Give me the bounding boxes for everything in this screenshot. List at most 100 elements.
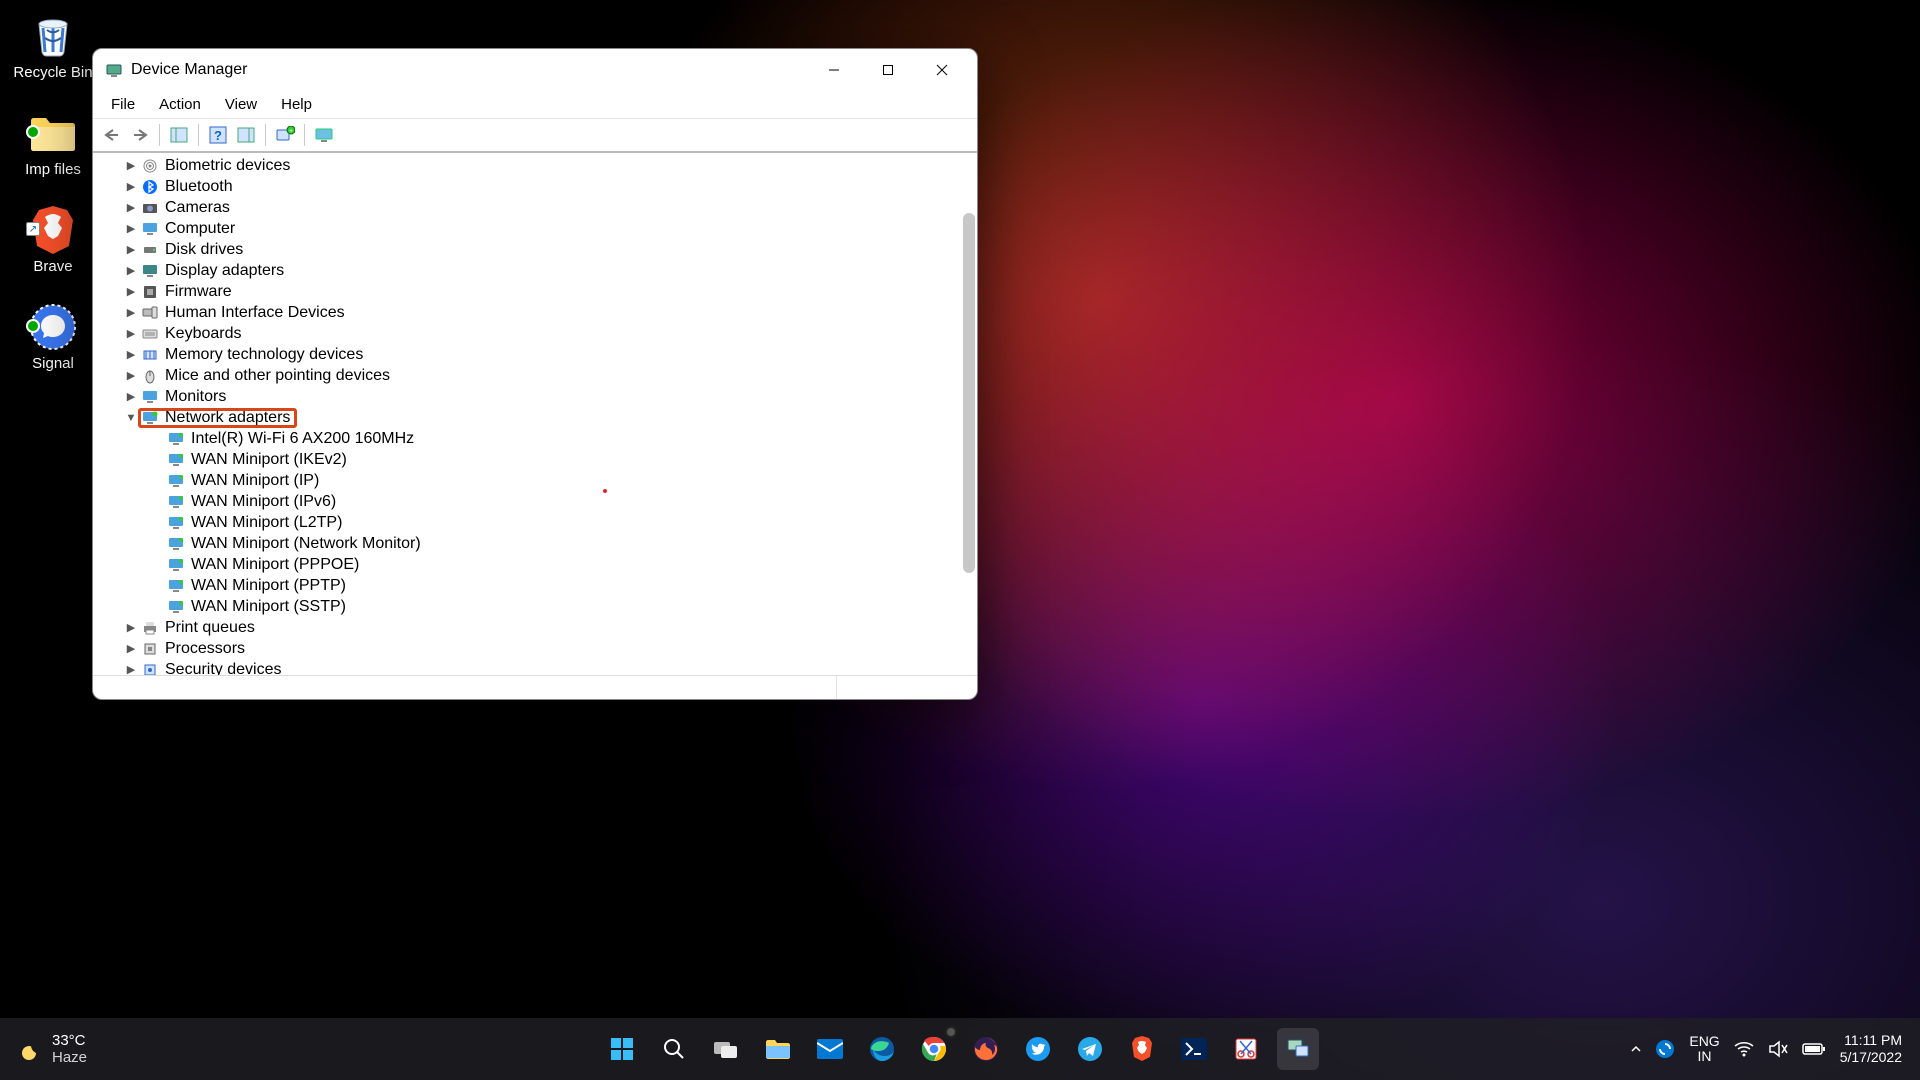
minimize-button[interactable]	[807, 49, 861, 91]
category-monitors[interactable]: ▶Monitors	[101, 386, 973, 407]
device-properties-button[interactable]	[311, 122, 337, 148]
device-item[interactable]: WAN Miniport (IKEv2)	[101, 449, 973, 470]
tray-overflow-button[interactable]	[1629, 1042, 1643, 1056]
annotation-dot	[603, 489, 607, 493]
mouse-icon	[141, 367, 159, 385]
category-print-queues[interactable]: ▶Print queues	[101, 617, 973, 638]
maximize-button[interactable]	[861, 49, 915, 91]
category-processors[interactable]: ▶Processors	[101, 638, 973, 659]
language-indicator[interactable]: ENG IN	[1689, 1034, 1719, 1065]
expand-toggle[interactable]: ▶	[123, 369, 139, 382]
profile-badge-icon	[945, 1026, 957, 1038]
expand-toggle[interactable]: ▶	[123, 264, 139, 277]
device-item[interactable]: WAN Miniport (IP)	[101, 470, 973, 491]
start-button[interactable]	[601, 1028, 643, 1070]
device-item[interactable]: WAN Miniport (SSTP)	[101, 596, 973, 617]
battery-icon[interactable]	[1802, 1042, 1826, 1056]
category-cameras[interactable]: ▶ Cameras	[101, 197, 973, 218]
desktop-icon-brave[interactable]: ↗ Brave	[10, 204, 96, 275]
device-item[interactable]: WAN Miniport (IPv6)	[101, 491, 973, 512]
device-label: WAN Miniport (Network Monitor)	[191, 535, 421, 553]
expand-toggle[interactable]: ▶	[123, 243, 139, 256]
menu-view[interactable]: View	[215, 94, 267, 115]
expand-toggle[interactable]: ▶	[123, 159, 139, 172]
show-hide-tree-button[interactable]	[166, 122, 192, 148]
category-bluetooth[interactable]: ▶Bluetooth	[101, 176, 973, 197]
category-computer[interactable]: ▶Computer	[101, 218, 973, 239]
close-button[interactable]	[915, 49, 969, 91]
category-biometric-devices[interactable]: ▶ Biometric devices	[101, 155, 973, 176]
expand-toggle[interactable]: ▶	[123, 285, 139, 298]
device-manager-taskbar-button[interactable]	[1277, 1028, 1319, 1070]
expand-toggle[interactable]: ▶	[123, 327, 139, 340]
desktop-icon-label: Imp files	[25, 161, 81, 178]
back-button[interactable]	[99, 122, 125, 148]
file-explorer-button[interactable]	[757, 1028, 799, 1070]
forward-button[interactable]	[127, 122, 153, 148]
menu-action[interactable]: Action	[149, 94, 211, 115]
category-network-adapters[interactable]: ▼ Network adapters	[101, 407, 973, 428]
scan-hardware-button[interactable]: +	[272, 122, 298, 148]
snip-tool-button[interactable]	[1225, 1028, 1267, 1070]
edge-button[interactable]	[861, 1028, 903, 1070]
device-label: WAN Miniport (PPPOE)	[191, 556, 359, 574]
search-button[interactable]	[653, 1028, 695, 1070]
wifi-icon[interactable]	[1734, 1041, 1754, 1057]
onedrive-icon[interactable]	[1655, 1039, 1675, 1059]
action-panel-button[interactable]	[233, 122, 259, 148]
powershell-button[interactable]	[1173, 1028, 1215, 1070]
expand-toggle[interactable]: ▶	[123, 663, 139, 675]
firefox-button[interactable]	[965, 1028, 1007, 1070]
category-memory-technology-devices[interactable]: ▶Memory technology devices	[101, 344, 973, 365]
device-item[interactable]: WAN Miniport (PPPOE)	[101, 554, 973, 575]
category-label: Network adapters	[165, 409, 290, 427]
category-label: Cameras	[165, 199, 230, 217]
category-disk-drives[interactable]: ▶Disk drives	[101, 239, 973, 260]
expand-toggle[interactable]: ▶	[123, 621, 139, 634]
expand-toggle[interactable]: ▶	[123, 180, 139, 193]
chrome-button[interactable]	[913, 1028, 955, 1070]
expand-toggle[interactable]: ▶	[123, 390, 139, 403]
device-tree[interactable]: ▶Biometric devices▶Bluetooth▶Cameras▶Com…	[93, 153, 977, 675]
category-label: Display adapters	[165, 262, 284, 280]
task-view-button[interactable]	[705, 1028, 747, 1070]
expand-toggle[interactable]: ▶	[123, 642, 139, 655]
mail-button[interactable]	[809, 1028, 851, 1070]
volume-icon[interactable]	[1768, 1040, 1788, 1058]
category-security-devices[interactable]: ▶Security devices	[101, 659, 973, 675]
device-item[interactable]: Intel(R) Wi-Fi 6 AX200 160MHz	[101, 428, 973, 449]
category-human-interface-devices[interactable]: ▶Human Interface Devices	[101, 302, 973, 323]
help-button[interactable]: ?	[205, 122, 231, 148]
expand-toggle[interactable]: ▶	[123, 348, 139, 361]
menubar: File Action View Help	[93, 91, 977, 119]
network-adapter-icon	[167, 556, 185, 574]
network-adapter-icon	[167, 451, 185, 469]
expand-toggle[interactable]: ▼	[123, 412, 139, 424]
device-item[interactable]: WAN Miniport (PPTP)	[101, 575, 973, 596]
twitter-button[interactable]	[1017, 1028, 1059, 1070]
menu-help[interactable]: Help	[271, 94, 322, 115]
expand-toggle[interactable]: ▶	[123, 201, 139, 214]
sync-badge-icon	[26, 319, 40, 333]
weather-widget[interactable]: 33°C Haze	[0, 1032, 87, 1066]
app-icon	[105, 61, 123, 79]
system-tray: ENG IN 11:11 PM 5/17/2022	[1629, 1032, 1920, 1066]
desktop-icon-imp-files[interactable]: Imp files	[10, 107, 96, 178]
expand-toggle[interactable]: ▶	[123, 306, 139, 319]
desktop-icon-recycle-bin[interactable]: Recycle Bin	[10, 10, 96, 81]
category-firmware[interactable]: ▶Firmware	[101, 281, 973, 302]
brave-taskbar-button[interactable]	[1121, 1028, 1163, 1070]
category-display-adapters[interactable]: ▶ Display adapters	[101, 260, 973, 281]
titlebar[interactable]: Device Manager	[93, 49, 977, 91]
device-item[interactable]: WAN Miniport (L2TP)	[101, 512, 973, 533]
category-keyboards[interactable]: ▶Keyboards	[101, 323, 973, 344]
category-mice-and-other-pointing-devices[interactable]: ▶Mice and other pointing devices	[101, 365, 973, 386]
desktop-icon-signal[interactable]: Signal	[10, 301, 96, 372]
expand-toggle[interactable]: ▶	[123, 222, 139, 235]
clock[interactable]: 11:11 PM 5/17/2022	[1840, 1032, 1902, 1066]
menu-file[interactable]: File	[101, 94, 145, 115]
scrollbar[interactable]	[963, 213, 975, 573]
telegram-button[interactable]	[1069, 1028, 1111, 1070]
category-label: Biometric devices	[165, 157, 290, 175]
device-item[interactable]: WAN Miniport (Network Monitor)	[101, 533, 973, 554]
